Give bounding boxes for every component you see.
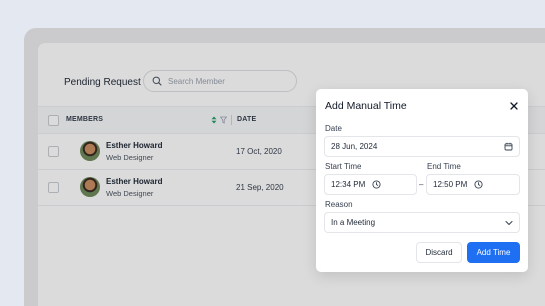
date-value: 28 Jun, 2024 <box>331 142 378 151</box>
discard-button[interactable]: Discard <box>416 242 462 263</box>
start-time-label: Start Time <box>325 162 362 171</box>
reason-value: In a Meeting <box>331 218 376 227</box>
add-time-button[interactable]: Add Time <box>467 242 520 263</box>
time-range-separator: – <box>419 180 424 189</box>
calendar-icon <box>504 142 513 151</box>
date-label: Date <box>325 124 342 133</box>
date-picker[interactable]: 28 Jun, 2024 <box>324 136 520 157</box>
reason-select[interactable]: In a Meeting <box>324 212 520 233</box>
start-time-value: 12:34 PM <box>331 180 366 189</box>
clock-icon <box>372 180 381 189</box>
start-time-field[interactable]: 12:34 PM <box>324 174 417 195</box>
close-icon[interactable] <box>509 101 519 111</box>
end-time-field[interactable]: 12:50 PM <box>426 174 520 195</box>
add-manual-time-dialog: Add Manual Time Date 28 Jun, 2024 Start … <box>316 89 528 272</box>
reason-label: Reason <box>325 200 353 209</box>
end-time-value: 12:50 PM <box>433 180 468 189</box>
chevron-down-icon <box>505 220 513 225</box>
dialog-title: Add Manual Time <box>325 100 407 112</box>
end-time-label: End Time <box>427 162 461 171</box>
clock-icon <box>474 180 483 189</box>
